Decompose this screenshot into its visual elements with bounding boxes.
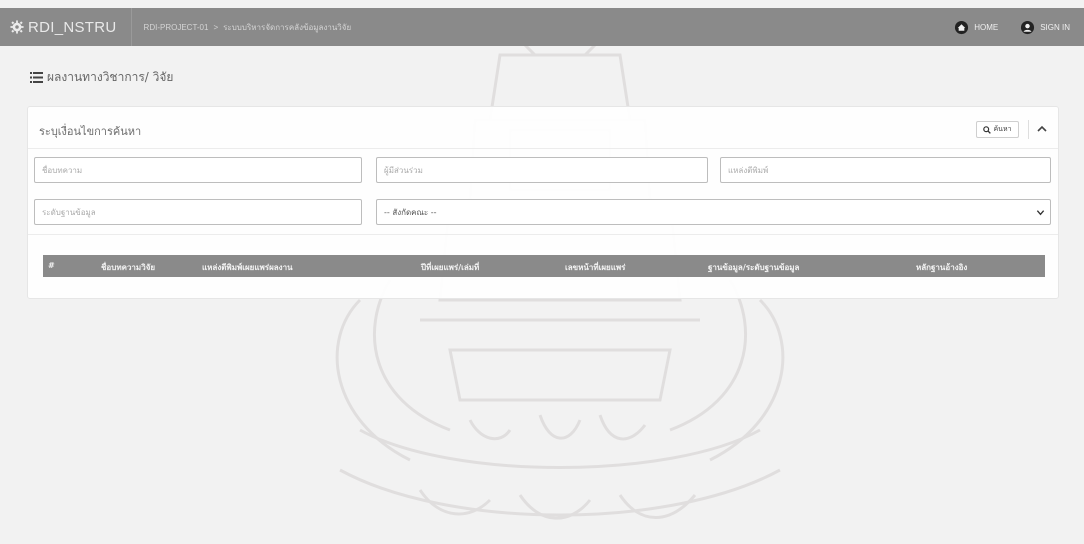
page-title: ผลงานทางวิชาการ/ วิจัย bbox=[30, 68, 173, 87]
column-header: แหล่งตีพิมพ์เผยแพร่ผลงาน bbox=[202, 263, 293, 272]
column-header: ชื่อบทความวิจัย bbox=[101, 263, 156, 272]
home-label: HOME bbox=[974, 22, 999, 32]
article-name-input[interactable] bbox=[34, 157, 362, 183]
search-panel-header: ระบุเงื่อนไขการค้นหา ค้นหา bbox=[28, 107, 1058, 149]
co-author-input[interactable] bbox=[376, 157, 708, 183]
column-header: ฐานข้อมูล/ระดับฐานข้อมูล bbox=[708, 263, 800, 272]
user-icon bbox=[1021, 20, 1035, 34]
column-header: เลขหน้าที่เผยแพร่ bbox=[565, 263, 626, 272]
breadcrumb-system[interactable]: ระบบบริหารจัดการคลังข้อมูลงานวิจัย bbox=[223, 21, 351, 34]
column-header: หลักฐานอ้างอิง bbox=[916, 263, 968, 272]
search-panel-title: ระบุเงื่อนไขการค้นหา bbox=[39, 125, 142, 138]
brand-link[interactable]: RDI_NSTRU bbox=[0, 8, 132, 46]
navbar-right: HOME SIGN IN bbox=[932, 20, 1084, 35]
column-header: ปีที่เผยแพร่/เล่มที่ bbox=[421, 263, 480, 272]
sign-in-label: SIGN IN bbox=[1040, 22, 1070, 32]
list-icon bbox=[30, 72, 43, 83]
sign-in-link[interactable]: SIGN IN bbox=[1020, 20, 1070, 35]
gear-icon bbox=[10, 20, 24, 34]
breadcrumb-project[interactable]: RDI-PROJECT-01 bbox=[144, 23, 209, 32]
search-icon bbox=[983, 125, 992, 134]
search-button-label: ค้นหา bbox=[993, 125, 1012, 133]
panel-divider bbox=[28, 234, 1058, 235]
home-link[interactable]: HOME bbox=[954, 20, 998, 35]
results-table-header: # ชื่อบทความวิจัย แหล่งตีพิมพ์เผยแพร่ผลง… bbox=[43, 255, 1045, 277]
top-navbar: RDI_NSTRU RDI-PROJECT-01 > ระบบบริหารจัด… bbox=[0, 8, 1084, 46]
publisher-input[interactable] bbox=[720, 157, 1051, 183]
header-divider bbox=[1028, 120, 1029, 139]
breadcrumb-separator: > bbox=[213, 22, 219, 32]
brand-name: RDI_NSTRU bbox=[28, 18, 117, 36]
page-title-text: ผลงานทางวิชาการ/ วิจัย bbox=[47, 70, 174, 84]
home-icon bbox=[955, 20, 969, 34]
chevron-down-icon bbox=[1036, 210, 1045, 216]
faculty-select-value: -- สังกัดคณะ -- bbox=[384, 207, 437, 217]
chevron-up-icon[interactable] bbox=[1035, 122, 1049, 136]
search-panel: ระบุเงื่อนไขการค้นหา ค้นหา -- สังกัดคณะ … bbox=[27, 106, 1059, 299]
database-level-input[interactable] bbox=[34, 199, 362, 225]
breadcrumb: RDI-PROJECT-01 > ระบบบริหารจัดการคลังข้อ… bbox=[132, 21, 352, 34]
column-header: # bbox=[48, 261, 55, 270]
search-button[interactable]: ค้นหา bbox=[976, 121, 1019, 138]
faculty-select[interactable]: -- สังกัดคณะ -- bbox=[376, 199, 1051, 225]
